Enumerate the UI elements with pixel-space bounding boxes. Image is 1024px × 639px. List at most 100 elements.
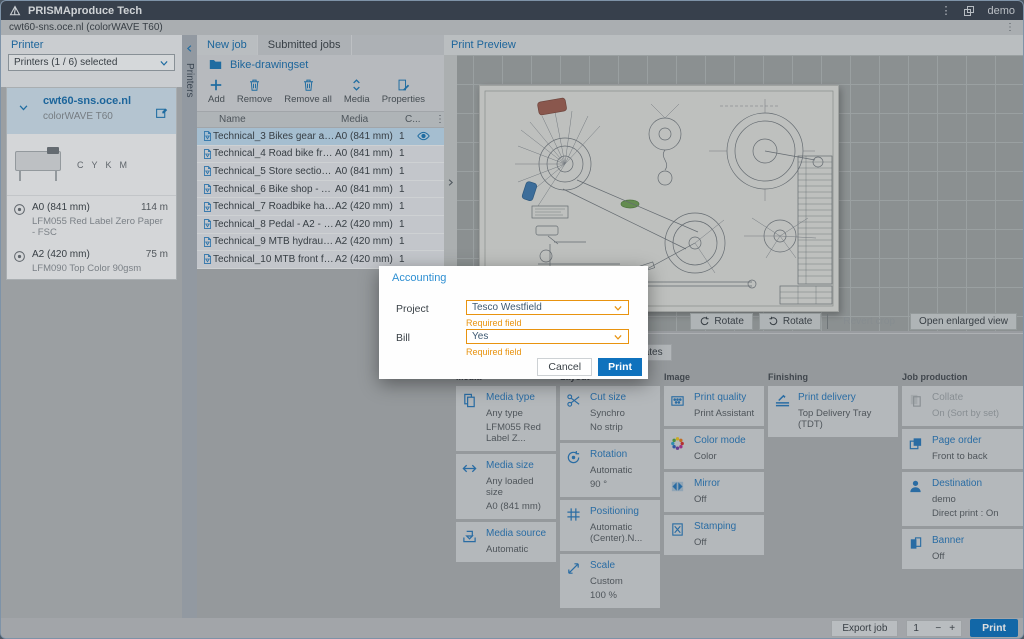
- setting-tile-stamping[interactable]: StampingOff: [664, 515, 764, 555]
- table-row[interactable]: Technical_7 Roadbike handle a...A2 (420 …: [197, 198, 444, 216]
- table-row[interactable]: Technical_6 Bike shop - A1 - C...A0 (841…: [197, 181, 444, 199]
- color-mode-icon: [670, 435, 688, 462]
- tile-value: Off: [694, 494, 720, 505]
- printer-section-label: Printer: [11, 39, 43, 51]
- remove-all-button[interactable]: Remove all: [279, 76, 337, 107]
- bill-select[interactable]: Yes: [466, 329, 629, 344]
- setting-tile-print-quality[interactable]: Print qualityPrint Assistant: [664, 386, 764, 426]
- properties-button[interactable]: Properties: [377, 76, 430, 107]
- titlebar-menu-icon[interactable]: ⋮: [940, 4, 951, 17]
- job-set-row[interactable]: Bike-drawingset: [197, 55, 444, 74]
- setting-tile-scale[interactable]: ScaleCustom100 %: [560, 554, 660, 608]
- destination-icon: [908, 478, 926, 519]
- setting-tile-positioning[interactable]: PositioningAutomatic (Center).N...: [560, 500, 660, 551]
- setting-tile-media-size[interactable]: Media sizeAny loaded sizeA0 (841 mm): [456, 454, 556, 519]
- preview-button-label: Rotate: [783, 316, 812, 327]
- chevron-down-icon: [613, 332, 623, 342]
- export-job-button[interactable]: Export job: [831, 620, 898, 637]
- setting-tile-media-type[interactable]: Media typeAny typeLFM055 Red Label Z...: [456, 386, 556, 451]
- stamping-icon: [670, 521, 688, 548]
- dialog-print-button[interactable]: Print: [598, 358, 642, 376]
- print-button[interactable]: Print: [970, 619, 1018, 637]
- cad-file-icon: [202, 218, 213, 230]
- edit-printer-icon[interactable]: [155, 106, 168, 119]
- positioning-icon: [566, 506, 584, 544]
- open-enlarged-view-button[interactable]: Open enlarged view: [910, 313, 1017, 330]
- project-select[interactable]: Tesco Westfield: [466, 300, 629, 315]
- cancel-button[interactable]: Cancel: [537, 358, 592, 376]
- tab-new-job[interactable]: New job: [197, 35, 258, 55]
- setting-tile-color-mode[interactable]: Color modeColor: [664, 429, 764, 469]
- add-button[interactable]: Add: [203, 76, 230, 107]
- column-name[interactable]: Name: [219, 114, 341, 125]
- printer-context-bar: cwt60-sns.oce.nl (colorWAVE T60) ⋮: [1, 20, 1023, 35]
- job-name: Technical_7 Roadbike handle a...: [213, 201, 335, 212]
- tile-title: Mirror: [694, 478, 720, 489]
- setting-tile-rotation[interactable]: RotationAutomatic90 °: [560, 443, 660, 497]
- media-button[interactable]: Media: [339, 76, 375, 107]
- column-media[interactable]: Media: [341, 114, 405, 125]
- job-name: Technical_9 MTB hydraulic bra...: [213, 236, 335, 247]
- column-copies[interactable]: C...: [405, 114, 423, 125]
- tile-value: Any loaded size: [486, 476, 550, 498]
- setting-tile-banner[interactable]: BannerOff: [902, 529, 1024, 569]
- media-roll[interactable]: A0 (841 mm)114 mLFM055 Red Label Zero Pa…: [7, 196, 176, 243]
- chevron-left-icon[interactable]: [185, 43, 194, 54]
- cad-file-icon: [202, 253, 213, 265]
- job-copies: 1: [399, 236, 417, 247]
- eye-icon[interactable]: [417, 131, 430, 141]
- settings-section-layout: LayoutCut sizeSynchroNo stripRotationAut…: [560, 372, 660, 608]
- rotate-button[interactable]: Rotate: [690, 313, 752, 330]
- quantity-minus-button[interactable]: −: [935, 623, 941, 634]
- printers-collapse-strip[interactable]: Printers: [182, 35, 197, 618]
- chevron-right-icon[interactable]: [446, 177, 455, 188]
- media-roll[interactable]: A2 (420 mm)75 mLFM090 Top Color 90gsm: [7, 243, 176, 279]
- quantity-value[interactable]: 1: [913, 623, 927, 634]
- setting-tile-print-delivery[interactable]: Print deliveryTop Delivery Tray (TDT): [768, 386, 898, 437]
- printer-card[interactable]: cwt60-sns.oce.nl colorWAVE T60 CYKM A0 (…: [6, 87, 177, 280]
- context-menu-icon[interactable]: ⋮: [1005, 22, 1015, 33]
- rotate-cw-icon: [768, 316, 779, 327]
- table-row[interactable]: Technical_9 MTB hydraulic bra...A2 (420 …: [197, 234, 444, 252]
- switch-user-icon[interactable]: [963, 5, 975, 17]
- media-type-icon: [462, 392, 480, 444]
- job-name: Technical_4 Road bike frame - ...: [213, 148, 335, 159]
- job-name: Technical_6 Bike shop - A1 - C...: [213, 184, 335, 195]
- remove-button[interactable]: Remove: [232, 76, 277, 107]
- job-copies: 1: [399, 166, 417, 177]
- preview-button-label: Revert crop: [843, 316, 895, 327]
- table-row[interactable]: Technical_8 Pedal - A2 - CeeCe...A2 (420…: [197, 216, 444, 234]
- roll-media-name: LFM090 Top Color 90gsm: [32, 263, 168, 274]
- cad-file-icon: [202, 148, 213, 160]
- setting-tile-media-source[interactable]: Media sourceAutomatic: [456, 522, 556, 562]
- setting-tile-mirror[interactable]: Mirror Off: [664, 472, 764, 512]
- tile-title: Print quality: [694, 392, 754, 403]
- setting-tile-cut-size[interactable]: Cut sizeSynchroNo strip: [560, 386, 660, 440]
- collapse-chevron-icon[interactable]: [18, 102, 29, 113]
- printer-select[interactable]: Printers (1 / 6) selected: [8, 54, 175, 71]
- job-copies: 1: [399, 148, 417, 159]
- section-title: Image: [664, 372, 764, 382]
- user-name[interactable]: demo: [987, 5, 1015, 17]
- tile-value: 100 %: [590, 590, 623, 601]
- job-media: A0 (841 mm): [335, 148, 399, 159]
- table-row[interactable]: Technical_3 Bikes gear assemb...A0 (841 …: [197, 128, 444, 146]
- tile-value: 90 °: [590, 479, 632, 490]
- roll-media-name: LFM055 Red Label Zero Paper - FSC: [32, 216, 168, 238]
- table-row[interactable]: Technical_5 Store section Side ...A0 (84…: [197, 163, 444, 181]
- setting-tile-page-order[interactable]: Page orderFront to back: [902, 429, 1024, 469]
- properties-icon: [397, 78, 410, 92]
- setting-tile-destination[interactable]: DestinationdemoDirect print : On: [902, 472, 1024, 526]
- table-row[interactable]: Technical_4 Road bike frame - ...A0 (841…: [197, 146, 444, 164]
- tile-title: Media type: [486, 392, 550, 403]
- toolbar-button-label: Media: [344, 94, 370, 105]
- rotate-button[interactable]: Rotate: [759, 313, 821, 330]
- tile-value: Top Delivery Tray (TDT): [798, 408, 892, 430]
- sort-updown-icon: [350, 78, 363, 92]
- tab-submitted-jobs[interactable]: Submitted jobs: [258, 35, 352, 55]
- quantity-plus-button[interactable]: +: [949, 623, 955, 634]
- quantity-stepper[interactable]: 1 − +: [906, 620, 962, 637]
- job-media: A2 (420 mm): [335, 219, 399, 230]
- job-media: A2 (420 mm): [335, 201, 399, 212]
- printer-illustration: [13, 145, 65, 185]
